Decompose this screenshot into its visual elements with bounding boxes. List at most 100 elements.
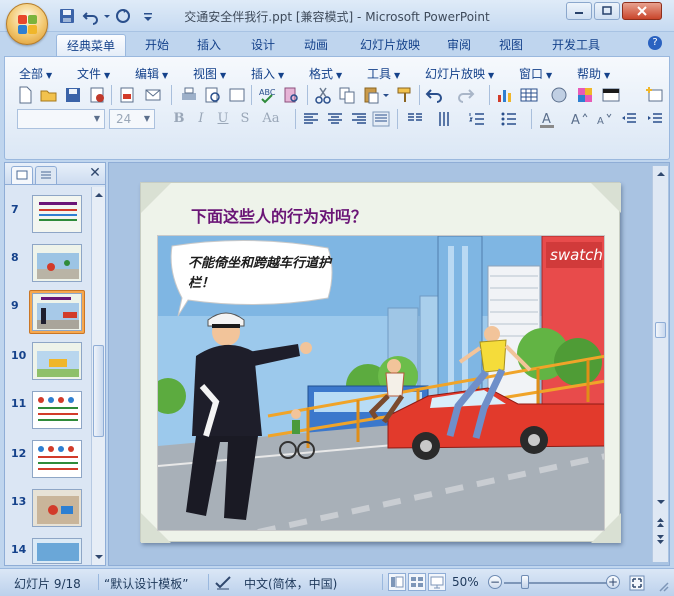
open-icon[interactable] — [39, 85, 59, 105]
slide-thumbnail-12[interactable] — [32, 440, 82, 478]
menu-edit[interactable]: 编辑 ▼ — [135, 65, 168, 81]
language-indicator[interactable]: 中文(简体，中国) — [244, 575, 337, 592]
research-icon[interactable] — [281, 85, 301, 105]
spell-check-icon[interactable] — [214, 574, 232, 592]
traffic-illustration[interactable]: swatch 不能倚坐和跨越车行道护栏！ — [157, 235, 605, 531]
menu-view[interactable]: 视图 ▼ — [193, 65, 226, 81]
template-name[interactable]: “默认设计模板” — [104, 575, 188, 592]
slides-tab-icon[interactable] — [11, 166, 33, 184]
tab-insert[interactable]: 插入 — [188, 34, 230, 56]
slide-thumbnail-14[interactable] — [32, 538, 82, 564]
underline-icon[interactable]: U — [213, 109, 233, 129]
justify-icon[interactable] — [371, 109, 391, 129]
slide-thumbnail-9[interactable] — [32, 293, 82, 331]
fit-to-window-icon[interactable] — [628, 574, 646, 592]
align-left-icon[interactable] — [301, 109, 321, 129]
shrink-font-icon[interactable]: A — [593, 109, 613, 129]
text-direction-icon[interactable] — [435, 109, 455, 129]
bold-icon[interactable]: B — [169, 109, 189, 129]
clip-art-icon[interactable] — [549, 85, 569, 105]
zoom-out-icon[interactable]: − — [488, 575, 502, 589]
font-color-icon[interactable]: A — [537, 109, 557, 129]
tab-developer[interactable]: 开发工具 — [544, 34, 608, 56]
paste-dropdown-icon[interactable] — [381, 85, 391, 105]
italic-icon[interactable]: I — [191, 109, 211, 129]
format-painter-icon[interactable] — [395, 85, 415, 105]
slide-thumbnail-11[interactable] — [32, 391, 82, 429]
resize-grip-icon[interactable] — [656, 579, 670, 593]
normal-view-icon[interactable] — [388, 573, 406, 591]
font-name-combo[interactable]: ▼ — [17, 109, 105, 129]
menu-help[interactable]: 帮助 ▼ — [577, 65, 610, 81]
align-center-icon[interactable] — [325, 109, 345, 129]
decrease-indent-icon[interactable] — [619, 109, 639, 129]
tab-animation[interactable]: 动画 — [295, 34, 337, 56]
next-slide-icon[interactable] — [654, 532, 667, 548]
tab-home[interactable]: 开始 — [136, 34, 178, 56]
slide-title[interactable]: 下面这些人的行为对吗？ — [191, 203, 367, 227]
pdf-icon[interactable] — [117, 85, 137, 105]
slide-thumbnail-13[interactable] — [32, 489, 82, 527]
tab-slideshow[interactable]: 幻灯片放映 — [350, 34, 430, 56]
increase-indent-icon[interactable] — [645, 109, 665, 129]
menu-file[interactable]: 文件 ▼ — [77, 65, 110, 81]
menu-all[interactable]: 全部 ▼ — [19, 65, 52, 81]
font-size-combo[interactable]: 24 ▼ — [109, 109, 155, 129]
email-icon[interactable] — [143, 85, 163, 105]
grow-font-icon[interactable]: A — [569, 109, 589, 129]
zoom-in-icon[interactable]: + — [606, 575, 620, 589]
slide-thumbnail-10[interactable] — [32, 342, 82, 380]
zoom-level[interactable]: 50% — [452, 575, 479, 589]
menu-slideshow[interactable]: 幻灯片放映 ▼ — [425, 65, 494, 81]
full-screen-icon[interactable] — [227, 85, 247, 105]
tab-review[interactable]: 审阅 — [438, 34, 480, 56]
close-panel-icon[interactable]: ✕ — [87, 165, 103, 181]
cut-icon[interactable] — [313, 85, 333, 105]
panel-scrollbar[interactable] — [91, 187, 105, 565]
new-icon[interactable] — [15, 85, 35, 105]
print-preview-icon[interactable] — [203, 85, 223, 105]
spelling-icon[interactable]: ABC — [257, 85, 277, 105]
slide-thumbnail-8[interactable] — [32, 244, 82, 282]
menu-format[interactable]: 格式 ▼ — [309, 65, 342, 81]
menu-insert[interactable]: 插入 ▼ — [251, 65, 284, 81]
permission-icon[interactable] — [87, 85, 107, 105]
color-grayscale-icon[interactable] — [575, 85, 595, 105]
redo-toolbar-icon[interactable] — [455, 85, 475, 105]
menu-window[interactable]: 窗口 ▼ — [519, 65, 552, 81]
change-case-icon[interactable]: Aa — [259, 109, 283, 129]
numbering-icon[interactable] — [467, 109, 487, 129]
zoom-slider-track[interactable] — [504, 582, 608, 584]
restore-button[interactable] — [594, 2, 620, 20]
panel-scroll-thumb[interactable] — [93, 345, 104, 437]
slide-canvas[interactable]: 下面这些人的行为对吗？ swatch 不能倚坐和跨越车行道护栏！ — [140, 182, 621, 543]
slide-scroll-thumb[interactable] — [655, 322, 666, 338]
zoom-slider-knob[interactable] — [521, 575, 529, 589]
help-icon[interactable]: ? — [648, 36, 662, 50]
undo-toolbar-icon[interactable] — [425, 85, 445, 105]
outline-tab-icon[interactable] — [35, 166, 57, 184]
insert-table-icon[interactable] — [519, 85, 539, 105]
slide-scrollbar[interactable] — [652, 166, 668, 562]
slideshow-view-icon[interactable] — [428, 573, 446, 591]
save-toolbar-icon[interactable] — [63, 85, 83, 105]
columns-icon[interactable] — [405, 109, 425, 129]
slide-thumbnail-7[interactable] — [32, 195, 82, 233]
office-button[interactable] — [6, 3, 48, 45]
slide-design-icon[interactable] — [601, 85, 621, 105]
new-slide-icon[interactable] — [645, 85, 665, 105]
tab-classic-menu[interactable]: 经典菜单 — [56, 34, 126, 56]
print-icon[interactable] — [179, 85, 199, 105]
menu-tools[interactable]: 工具 ▼ — [367, 65, 400, 81]
paste-icon[interactable] — [361, 85, 381, 105]
shadow-icon[interactable]: S — [235, 109, 255, 129]
copy-icon[interactable] — [337, 85, 357, 105]
tab-view[interactable]: 视图 — [490, 34, 532, 56]
minimize-button[interactable] — [566, 2, 592, 20]
tab-design[interactable]: 设计 — [242, 34, 284, 56]
bullets-icon[interactable] — [499, 109, 519, 129]
slide-sorter-view-icon[interactable] — [408, 573, 426, 591]
previous-slide-icon[interactable] — [654, 514, 667, 530]
insert-chart-icon[interactable] — [495, 85, 515, 105]
align-right-icon[interactable] — [349, 109, 369, 129]
